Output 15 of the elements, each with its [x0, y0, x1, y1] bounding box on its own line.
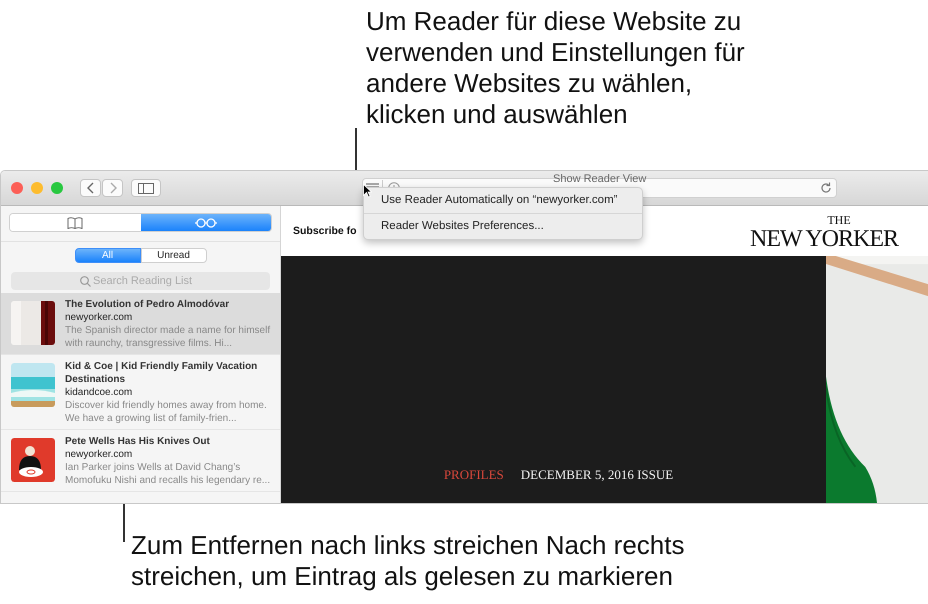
- item-domain: kidandcoe.com: [65, 386, 134, 399]
- item-excerpt: Discover kid friendly homes away from home. We have a growing list of family-frien...: [65, 399, 268, 425]
- callout-text: Um Reader für diese Website zu verwenden und Einstellungen für andere Websites zu wählen, klicken und auswählen: [366, 6, 745, 130]
- item-excerpt: The Spanish director made a name for himself with raunchy, transgressive films. Hi...: [65, 324, 272, 350]
- issue-label: DECEMBER 5, 2016 ISSUE: [520, 467, 674, 483]
- item-title: Pete Wells Has His Knives Out: [65, 435, 211, 448]
- item-excerpt: Ian Parker joins Wells at David Chang’s Momofuku Nishi and recalls his legendary re...: [65, 461, 272, 487]
- item-title: The Evolution of Pedro Almodóvar: [65, 298, 230, 311]
- logo-text: NEW YORKER: [750, 226, 898, 252]
- logo-text: THE: [827, 214, 851, 226]
- address-text: Show Reader View: [553, 173, 646, 185]
- item-title: Kid & Coe | Kid Friendly Family Vacation Destinations: [65, 360, 258, 386]
- item-domain: newyorker.com: [65, 448, 134, 461]
- callout-text: Zum Entfernen nach links streichen Nach rechts streichen, um Eintrag als gelesen zu markieren: [131, 530, 684, 592]
- item-domain: newyorker.com: [65, 311, 134, 324]
